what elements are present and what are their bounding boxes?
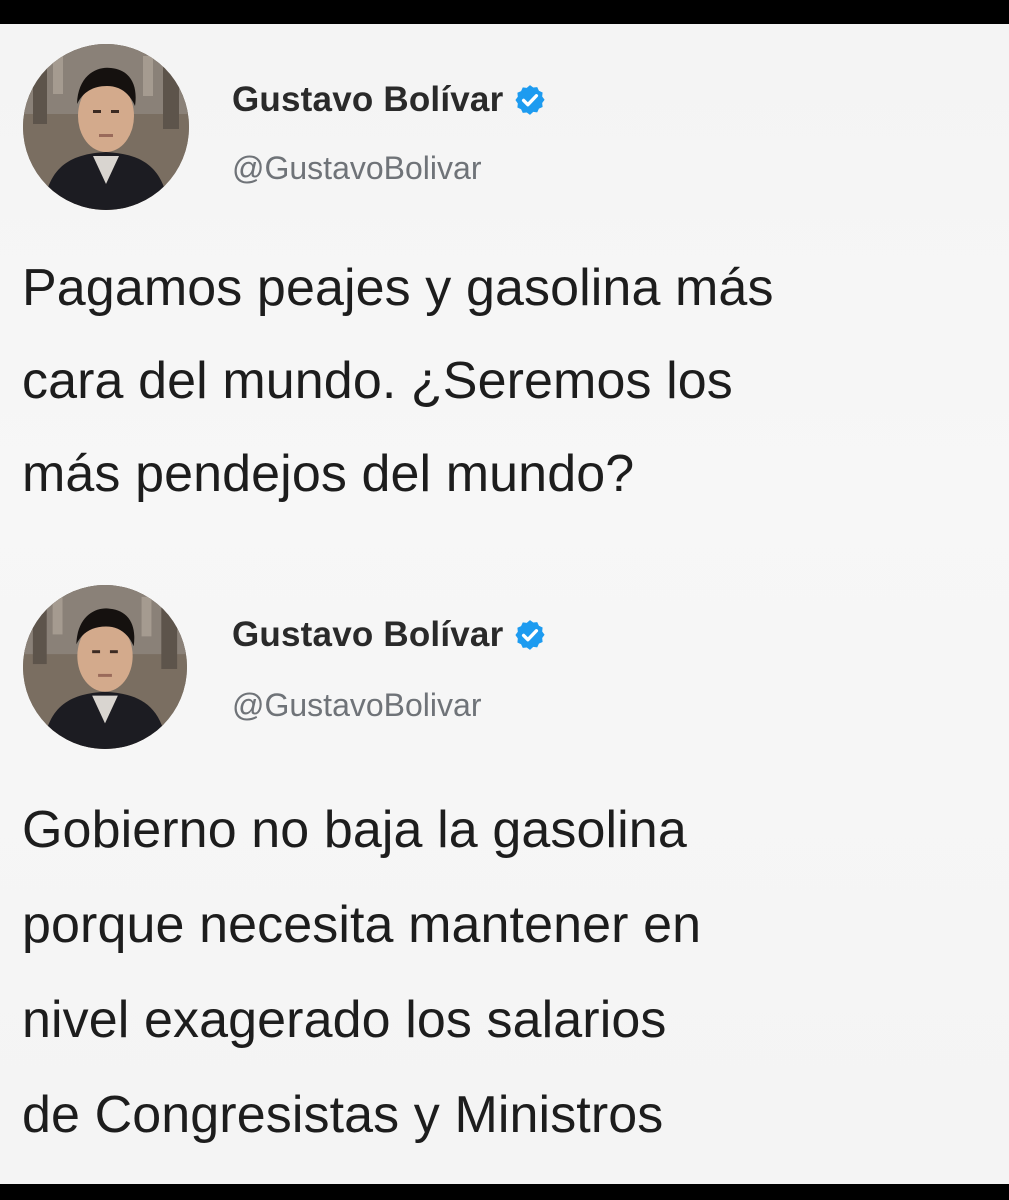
verified-badge-icon (513, 618, 547, 652)
avatar[interactable] (23, 585, 187, 749)
avatar-photo (23, 44, 189, 210)
user-handle[interactable]: @GustavoBolivar (232, 687, 481, 724)
avatar[interactable] (23, 44, 189, 210)
user-name-row: Gustavo Bolívar (232, 613, 547, 657)
display-name[interactable]: Gustavo Bolívar (232, 615, 503, 655)
user-handle[interactable]: @GustavoBolivar (232, 150, 481, 187)
tweet-text: Pagamos peajes y gasolina más cara del m… (22, 259, 774, 503)
avatar-photo (23, 585, 187, 749)
tweet-text: Gobierno no baja la gasolina porque nece… (22, 801, 702, 1144)
display-name[interactable]: Gustavo Bolívar (232, 80, 503, 120)
verified-badge-icon (513, 83, 547, 117)
user-name-row: Gustavo Bolívar (232, 78, 547, 122)
screenshot-frame: Gustavo Bolívar @GustavoBolivar Pagamos … (0, 24, 1009, 1184)
